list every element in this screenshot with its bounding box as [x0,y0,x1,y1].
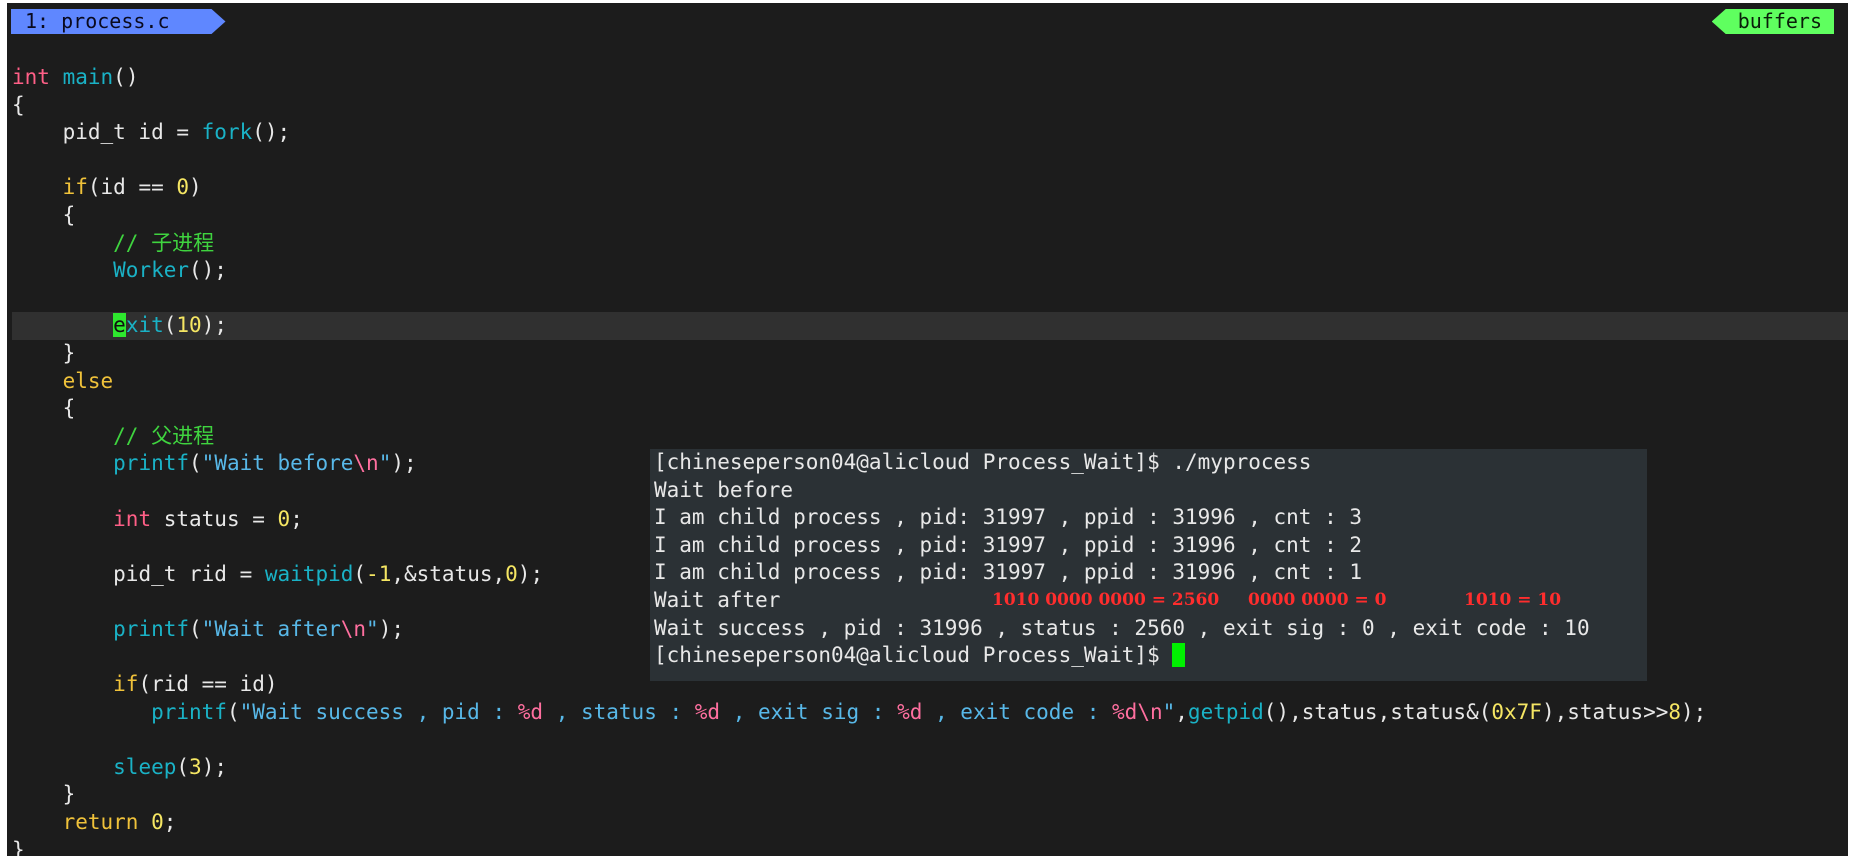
annotation-status-binary: 1010 0000 0000 = 2560 [992,589,1220,610]
vim-window: 1: process.c buffers int main() { pid_t … [7,3,1848,856]
code-line-1: int main() [12,65,139,89]
terminal-line: I am child process , pid: 31997 , ppid :… [654,505,1363,530]
buffers-indicator[interactable]: buffers [1711,9,1834,34]
terminal-line: [chineseperson04@alicloud Process_Wait]$… [654,450,1312,474]
code-line-12: else [62,368,114,393]
code-line-6: { [12,202,76,227]
code-line-14: // 父进程 [113,423,215,448]
code-line-29: } [12,837,25,856]
code-line-28: return 0; [62,810,177,835]
code-line-2: { [12,92,25,117]
terminal-prompt-line[interactable]: [chineseperson04@alicloud Process_Wait]$ [650,642,1647,670]
code-line-24: printf("Wait success , pid : %d , status… [151,699,1707,724]
terminal-line: I am child process , pid: 31997 , ppid :… [654,532,1363,557]
terminal-overlay[interactable]: [chineseperson04@alicloud Process_Wait]$… [650,449,1647,681]
terminal-line-wait-after: Wait after 1010 0000 0000 = 2560 0000 0000… [650,587,1647,615]
code-line-10-cursorline: exit(10); [12,312,1848,340]
terminal-line: I am child process , pid: 31997 , ppid :… [654,560,1363,585]
annotation-exit-sig-binary: 0000 0000 = 0 [1248,589,1387,610]
terminal-cursor [1172,643,1186,668]
code-line-13: { [12,396,76,421]
code-line-3: pid_t id = fork(); [12,120,291,145]
code-line-27: } [12,782,76,807]
code-line-5: if(id == 0) [62,175,202,200]
tab-process-c[interactable]: 1: process.c [11,9,226,34]
terminal-line: Wait before [654,477,794,502]
code-line-8: Worker(); [113,258,227,283]
annotation-exit-code-binary: 1010 = 10 [1464,589,1562,610]
editor-cursor: e [113,313,126,338]
code-line-7: // 子进程 [113,230,215,255]
code-line-26: sleep(3); [113,754,227,779]
code-line-11: } [12,340,76,365]
tabline: 1: process.c buffers [7,3,1848,41]
terminal-line: Wait success , pid : 31996 , status : 25… [654,615,1590,640]
